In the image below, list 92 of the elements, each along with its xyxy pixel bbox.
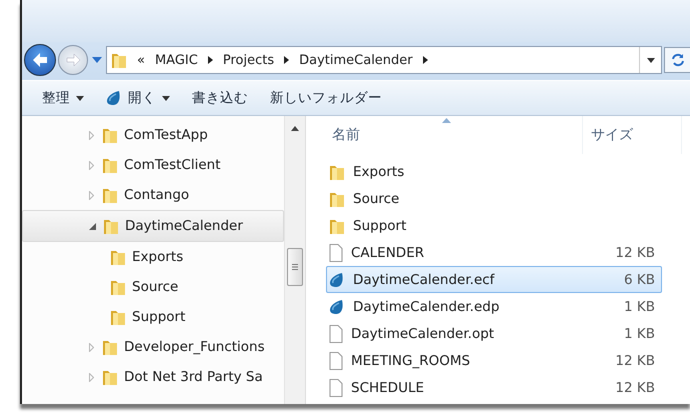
breadcrumb[interactable]: « <box>137 52 145 68</box>
scroll-thumb[interactable] <box>287 248 303 286</box>
file-size: 1 KB <box>623 298 655 314</box>
toolbar-button[interactable]: 新しいフォルダー <box>270 87 382 109</box>
tree-label: Developer_Functions <box>124 339 265 355</box>
breadcrumb[interactable]: DaytimeCalender <box>299 52 413 68</box>
file-size: 12 KB <box>614 244 655 260</box>
chevron-icon <box>422 56 428 64</box>
file-row[interactable]: DaytimeCalender.opt 1 KB <box>326 320 662 347</box>
file-row[interactable]: Support <box>326 212 662 239</box>
tree-item[interactable]: ComTestClient <box>22 150 284 180</box>
folder-icon <box>102 156 118 174</box>
tree-label: Support <box>132 309 186 325</box>
tree-label: ComTestApp <box>124 127 208 143</box>
address-bar[interactable]: « MAGIC Projects DaytimeCalender <box>106 46 662 74</box>
file-row[interactable]: DaytimeCalender.ecf 6 KB <box>326 266 662 293</box>
column-header[interactable]: サイズ <box>583 116 682 154</box>
tree-item[interactable]: DaytimeCalender <box>22 210 284 242</box>
folder-icon <box>110 248 126 266</box>
file-size: 1 KB <box>623 326 655 342</box>
tree-item[interactable]: Exports <box>22 242 284 272</box>
tree-label: ComTestClient <box>124 157 221 173</box>
file-name: DaytimeCalender.ecf <box>353 272 494 288</box>
breadcrumb[interactable]: Projects <box>222 52 274 68</box>
folder-icon <box>110 308 126 326</box>
file-name: DaytimeCalender.edp <box>353 298 500 314</box>
file-name: CALENDER <box>351 244 424 260</box>
file-row[interactable]: DaytimeCalender.edp 1 KB <box>326 293 662 320</box>
file-size: 6 KB <box>623 272 655 288</box>
tree-label: Contango <box>124 187 190 203</box>
toolbar-button[interactable]: 整理 <box>42 87 84 109</box>
tree-label: Source <box>132 279 178 295</box>
file-row[interactable]: SCHEDULE 12 KB <box>326 374 662 401</box>
file-name: SCHEDULE <box>351 380 424 396</box>
back-arrow-icon <box>31 52 49 68</box>
tree-item[interactable]: Source <box>22 272 284 302</box>
file-row[interactable]: Exports <box>326 158 662 185</box>
file-row[interactable]: CALENDER 12 KB <box>326 239 662 266</box>
folder-icon <box>111 51 127 69</box>
droplet-icon <box>329 272 345 288</box>
column-header[interactable]: 名前 <box>326 116 583 154</box>
tree-item[interactable]: Support <box>22 302 284 332</box>
folder-icon <box>102 338 118 356</box>
file-name: DaytimeCalender.opt <box>351 326 494 342</box>
sort-icon <box>442 118 451 123</box>
refresh-button[interactable] <box>664 47 690 73</box>
folder-icon <box>102 126 118 144</box>
tree-item[interactable]: Dot Net 3rd Party Sa <box>22 362 284 392</box>
tree-label: DaytimeCalender <box>125 218 243 234</box>
scrollbar[interactable] <box>284 116 306 404</box>
droplet-icon <box>329 298 345 314</box>
back-button[interactable] <box>24 44 56 76</box>
folder-icon <box>102 368 118 386</box>
scroll-up-icon[interactable] <box>291 126 299 131</box>
chevron-icon <box>208 56 213 64</box>
folder-icon <box>110 278 126 296</box>
expand-icon[interactable] <box>88 342 94 352</box>
breadcrumb[interactable]: MAGIC <box>154 52 198 68</box>
expand-icon[interactable] <box>88 160 94 170</box>
file-name: MEETING_ROOMS <box>351 352 470 368</box>
folder-icon <box>103 217 119 235</box>
tree-item[interactable]: Developer_Functions <box>22 332 284 362</box>
toolbar-button[interactable]: 開く <box>106 87 170 109</box>
caret-icon <box>646 58 654 62</box>
forward-arrow-icon <box>65 53 81 67</box>
tree-item[interactable]: ComTestApp <box>22 120 284 150</box>
caret-icon <box>162 96 170 100</box>
expand-icon[interactable] <box>88 372 94 382</box>
tree-label: Exports <box>132 249 184 265</box>
document-icon <box>329 352 343 370</box>
file-name: Support <box>353 218 406 234</box>
toolbar-button[interactable]: 書き込む <box>192 87 248 109</box>
expand-icon[interactable] <box>88 190 94 200</box>
folder-icon <box>102 186 118 204</box>
caret-icon <box>76 96 84 100</box>
file-row[interactable]: MEETING_ROOMS 12 KB <box>326 347 662 374</box>
document-icon <box>329 244 343 262</box>
document-icon <box>329 378 343 396</box>
file-row[interactable]: Source <box>326 185 662 212</box>
tree-label: Dot Net 3rd Party Sa <box>124 369 263 385</box>
refresh-icon <box>670 53 684 67</box>
chevron-icon <box>284 56 290 64</box>
droplet-icon <box>106 90 122 106</box>
file-size: 12 KB <box>614 352 655 368</box>
document-icon <box>329 324 343 342</box>
file-name: Exports <box>353 164 404 180</box>
tree-item[interactable]: Contango <box>22 180 284 210</box>
expand-icon[interactable] <box>88 130 94 140</box>
file-size: 12 KB <box>614 380 655 396</box>
expanded-icon[interactable] <box>88 222 96 230</box>
file-name: Source <box>353 190 400 206</box>
history-button[interactable] <box>90 57 104 63</box>
